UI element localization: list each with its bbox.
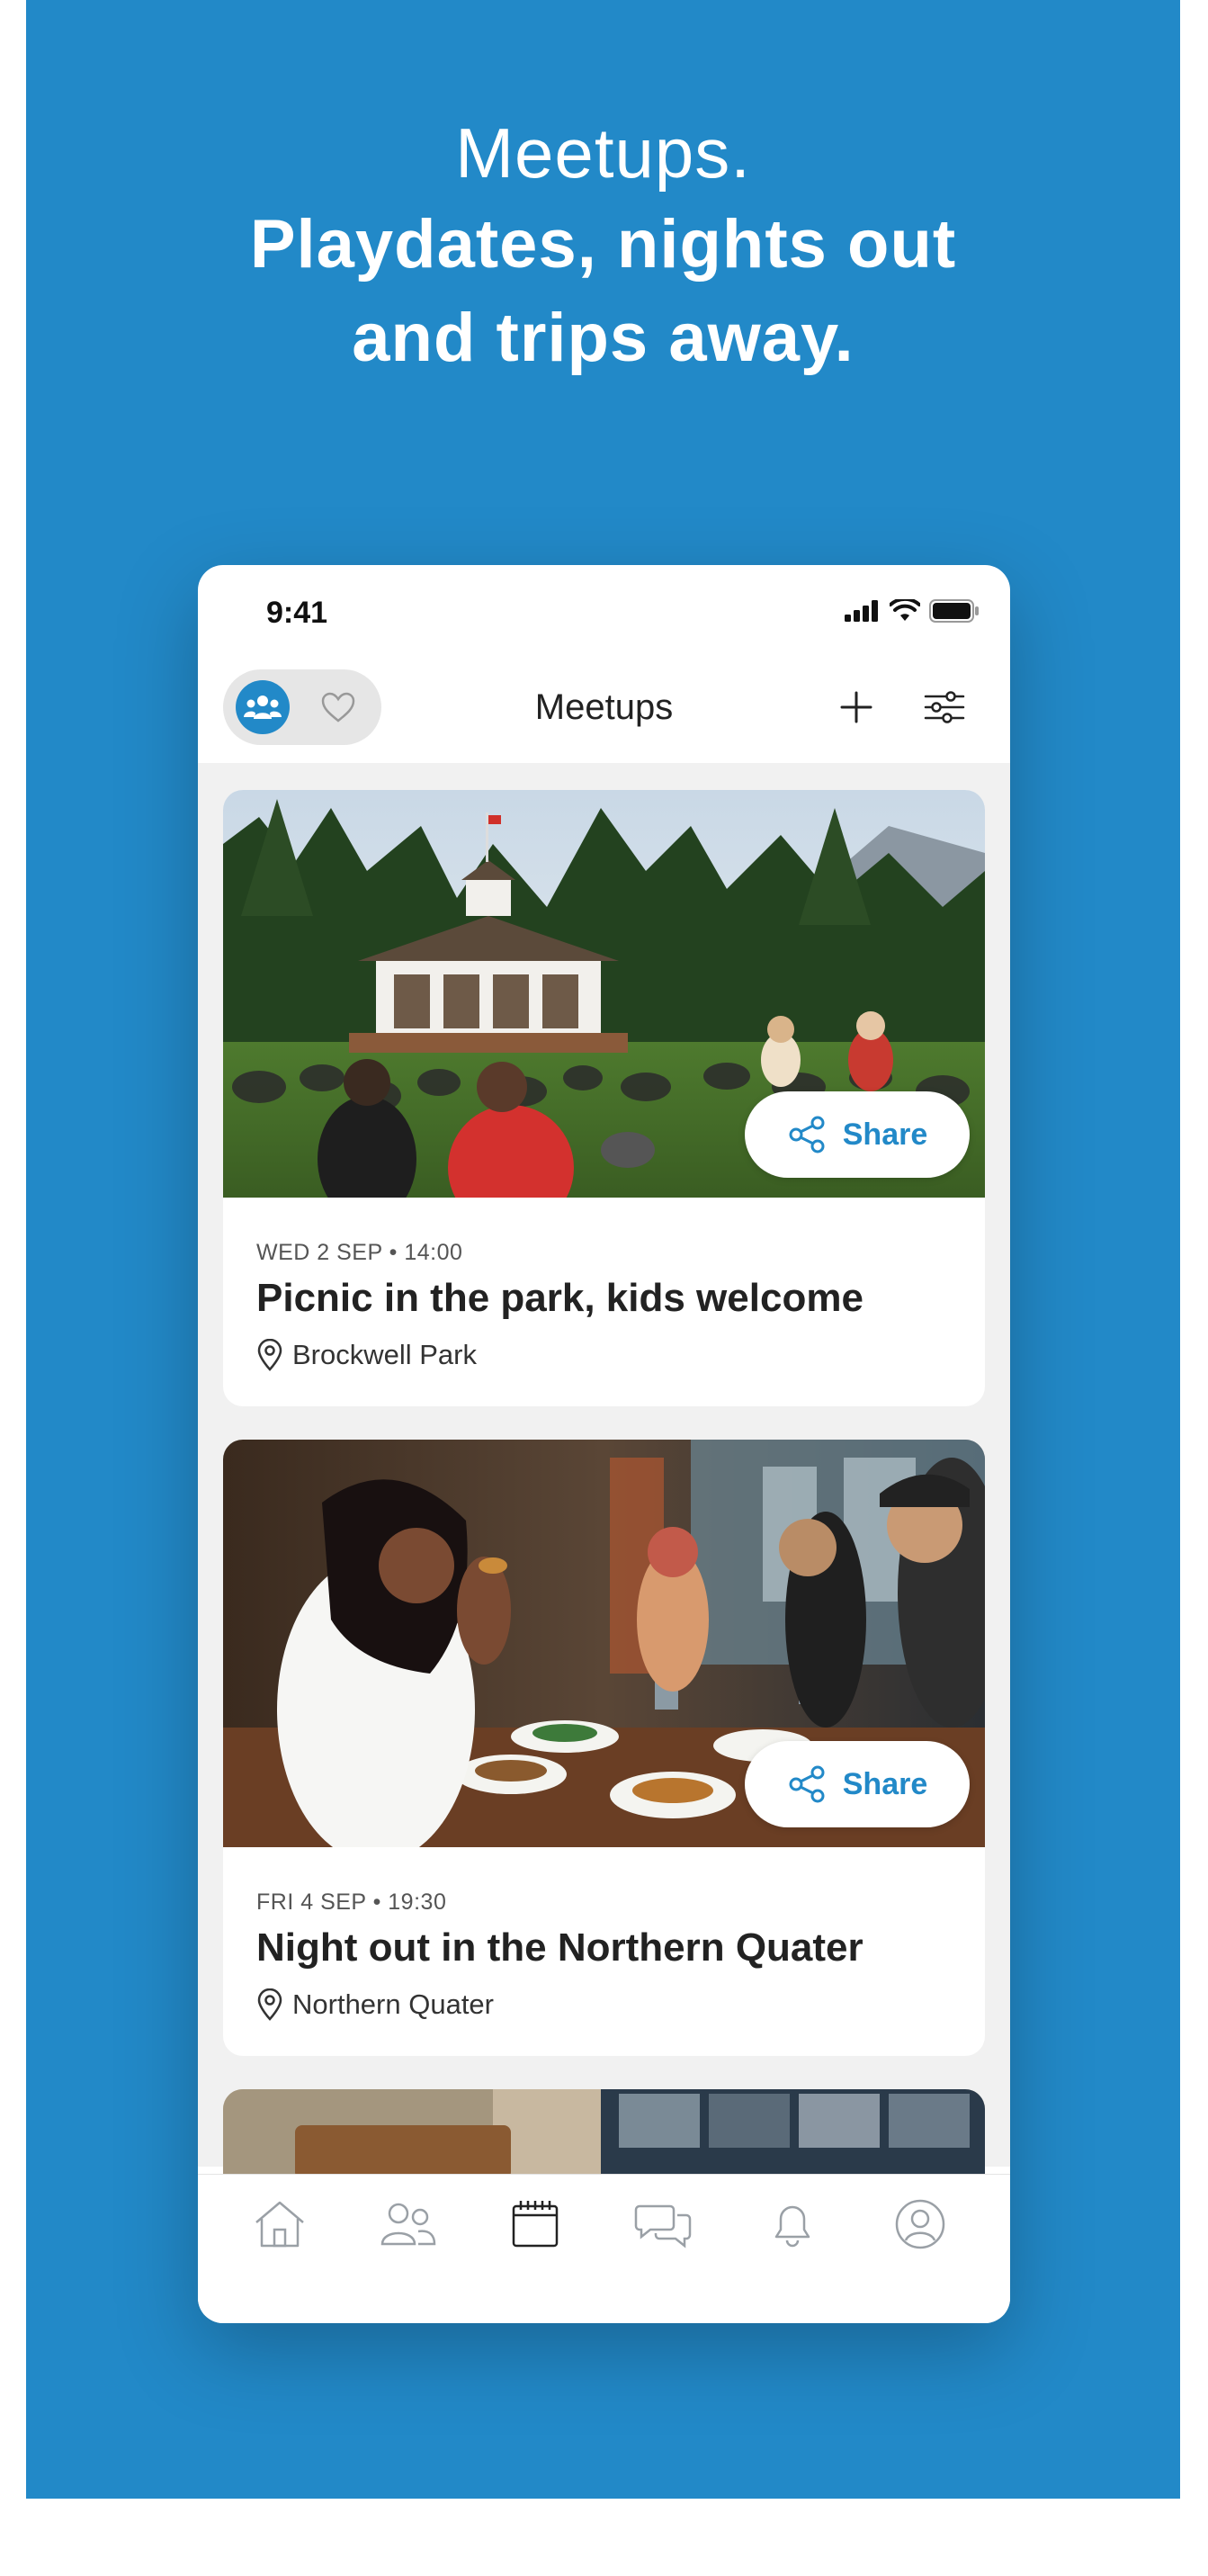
- tab-notifications[interactable]: [761, 2193, 824, 2256]
- share-button[interactable]: Share: [745, 1741, 970, 1827]
- share-icon: [789, 1116, 825, 1153]
- signal-icon: [845, 600, 878, 622]
- chat-icon: [634, 2204, 692, 2248]
- tab-profile[interactable]: [889, 2193, 952, 2256]
- sliders-icon: [924, 691, 965, 723]
- location-label: Northern Quater: [292, 1988, 494, 2020]
- status-bar: 9:41: [198, 565, 1010, 655]
- tab-calendar[interactable]: [504, 2193, 567, 2256]
- plus-icon: [840, 691, 872, 723]
- tab-home[interactable]: [248, 2193, 311, 2256]
- meetup-location: Northern Quater: [256, 1988, 494, 2021]
- people-icon: [380, 2203, 436, 2246]
- status-icons: [845, 599, 980, 623]
- meetup-title: Night out in the Northern Quater: [256, 1925, 863, 1970]
- home-icon: [255, 2201, 304, 2248]
- meetup-card[interactable]: Share WED 2 SEP • 14:00 Picnic in the pa…: [223, 790, 985, 1406]
- page-title: Meetups: [534, 687, 674, 727]
- add-meetup-button[interactable]: [831, 682, 881, 732]
- filter-button[interactable]: [919, 682, 970, 732]
- bell-icon: [774, 2205, 810, 2248]
- meetup-card[interactable]: Share FRI 4 SEP • 19:30 Night out in the…: [223, 1440, 985, 2056]
- wifi-icon: [890, 599, 920, 621]
- meetup-title: Picnic in the park, kids welcome: [256, 1276, 863, 1320]
- share-label: Share: [842, 1117, 928, 1152]
- profile-icon: [895, 2199, 945, 2249]
- meetup-date: WED 2 SEP • 14:00: [256, 1240, 463, 1265]
- battery-icon: [929, 599, 979, 623]
- share-label: Share: [842, 1766, 928, 1801]
- calendar-icon: [512, 2201, 559, 2248]
- headline-line-2: Playdates, nights out: [249, 206, 957, 283]
- location-pin-icon: [257, 1339, 282, 1371]
- tab-chat[interactable]: [632, 2193, 695, 2256]
- location-pin-icon: [257, 1988, 282, 2021]
- tab-people[interactable]: [376, 2193, 439, 2256]
- location-label: Brockwell Park: [292, 1339, 477, 1370]
- bottom-tab-bar: [198, 2174, 1010, 2323]
- share-button[interactable]: Share: [745, 1091, 970, 1178]
- share-icon: [789, 1765, 825, 1803]
- phone-screen: 9:41 Meetups Share WED 2 SEP • 14:00 Pic…: [198, 565, 1010, 2323]
- meetup-feed[interactable]: Share WED 2 SEP • 14:00 Picnic in the pa…: [198, 763, 1010, 2167]
- status-time: 9:41: [266, 596, 328, 630]
- headline-line-1: Meetups.: [455, 113, 751, 193]
- promo-headline: Meetups. Playdates, nights out and trips…: [26, 108, 1180, 385]
- top-nav: Meetups: [198, 655, 1010, 763]
- headline-line-3: and trips away.: [352, 300, 855, 376]
- meetup-location: Brockwell Park: [256, 1339, 477, 1371]
- meetup-date: FRI 4 SEP • 19:30: [256, 1889, 447, 1915]
